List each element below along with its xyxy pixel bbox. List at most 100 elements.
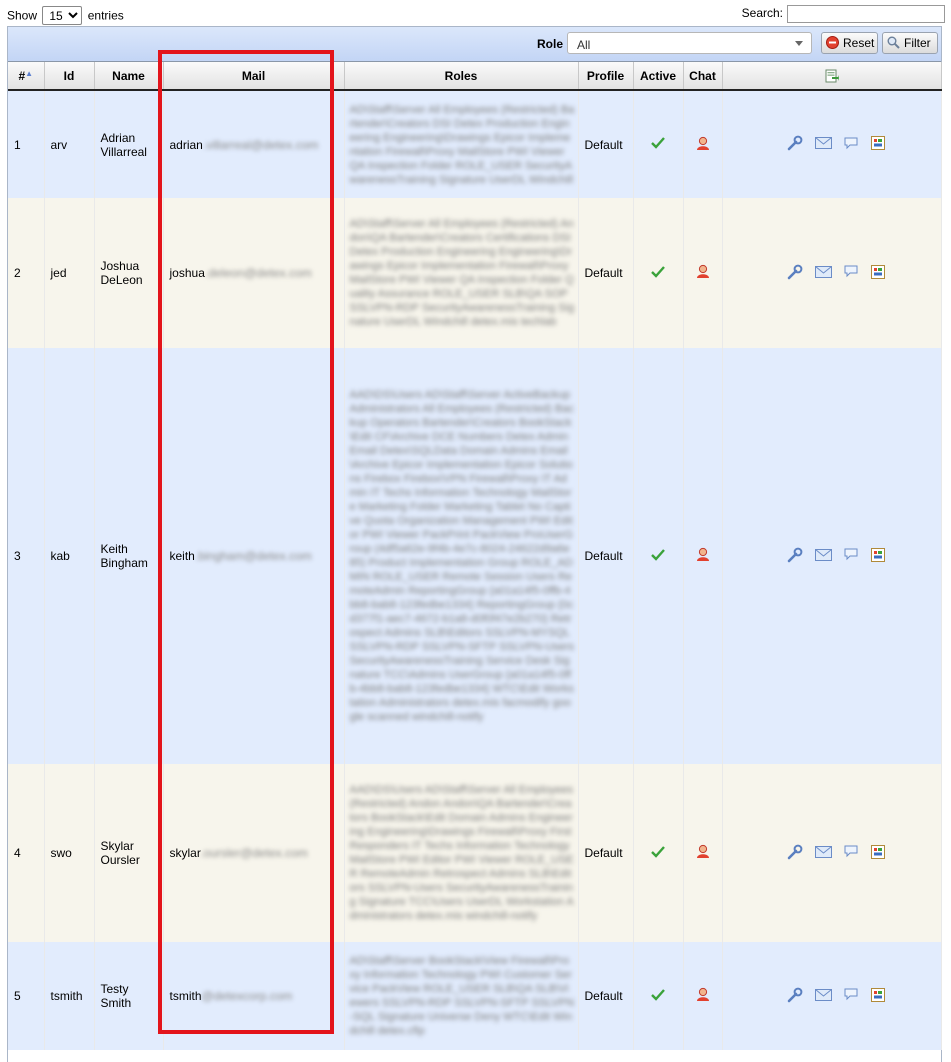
report-icon[interactable] bbox=[870, 136, 885, 153]
search-box: Search: bbox=[742, 5, 945, 23]
row-chat[interactable] bbox=[683, 942, 723, 1050]
row-roles: AAD\DS\Users AD\Staff\Server ActiveBacku… bbox=[344, 348, 579, 764]
filter-button[interactable]: Filter bbox=[882, 32, 938, 54]
mail-user: tsmith bbox=[169, 989, 202, 1003]
wrench-icon[interactable] bbox=[787, 264, 803, 283]
user-chat-icon[interactable] bbox=[696, 987, 710, 1002]
wrench-icon[interactable] bbox=[787, 547, 803, 566]
column-header-active[interactable]: Active bbox=[633, 62, 684, 91]
table-row[interactable]: 5 tsmith Testy Smith tsmith@detexcorp.co… bbox=[8, 942, 942, 1050]
envelope-icon[interactable] bbox=[814, 265, 832, 281]
column-header-chat[interactable]: Chat bbox=[683, 62, 723, 91]
user-chat-icon[interactable] bbox=[696, 136, 710, 151]
row-name: Skylar Oursler bbox=[94, 764, 164, 942]
column-header-num[interactable]: #▲ bbox=[8, 62, 45, 91]
column-header-id[interactable]: Id bbox=[44, 62, 95, 91]
envelope-icon[interactable] bbox=[814, 988, 832, 1004]
report-icon[interactable] bbox=[870, 264, 885, 282]
report-icon[interactable] bbox=[870, 844, 885, 862]
wrench-icon[interactable] bbox=[787, 135, 803, 154]
sort-asc-icon: ▲ bbox=[25, 68, 34, 78]
row-id: jed bbox=[44, 198, 95, 348]
row-profile: Default bbox=[578, 90, 634, 198]
report-icon[interactable] bbox=[870, 987, 885, 1005]
row-id: tsmith bbox=[44, 942, 95, 1050]
row-profile: Default bbox=[578, 942, 634, 1050]
chevron-down-icon bbox=[795, 41, 803, 46]
row-num: 5 bbox=[8, 942, 45, 1050]
speech-bubble-icon[interactable] bbox=[844, 548, 858, 564]
row-name: Joshua DeLeon bbox=[94, 198, 164, 348]
speech-bubble-icon[interactable] bbox=[844, 265, 858, 281]
row-mail[interactable]: tsmith@detexcorp.com bbox=[163, 942, 345, 1050]
user-chat-icon[interactable] bbox=[696, 264, 710, 279]
row-mail[interactable]: adrian.villarreal@detex.com bbox=[163, 90, 345, 198]
mail-user: keith bbox=[169, 549, 195, 563]
table-row[interactable]: 2 jed Joshua DeLeon joshua.deleon@detex.… bbox=[8, 198, 942, 348]
checkmark-icon bbox=[651, 988, 665, 1001]
row-profile: Default bbox=[578, 198, 634, 348]
row-num: 3 bbox=[8, 348, 45, 764]
search-input[interactable] bbox=[787, 5, 945, 23]
row-profile: Default bbox=[578, 348, 634, 764]
row-num: 4 bbox=[8, 764, 45, 942]
column-header-mail[interactable]: Mail bbox=[163, 62, 345, 91]
speech-bubble-icon[interactable] bbox=[844, 845, 858, 861]
row-id: swo bbox=[44, 764, 95, 942]
roles-redacted: AAD\DS\Users AD\Staff\Server ActiveBacku… bbox=[349, 389, 575, 723]
mail-domain-redacted: .deleon@detex.com bbox=[204, 266, 312, 280]
checkmark-icon bbox=[651, 548, 665, 561]
reset-label: Reset bbox=[843, 36, 875, 50]
role-select-value: All bbox=[577, 38, 591, 52]
export-icon[interactable] bbox=[825, 69, 839, 83]
column-header-profile[interactable]: Profile bbox=[578, 62, 634, 91]
column-header-name[interactable]: Name bbox=[94, 62, 164, 91]
row-active bbox=[633, 198, 684, 348]
row-roles: AD\Staff\Server All Employees (Restricte… bbox=[344, 90, 579, 198]
column-header-actions bbox=[722, 62, 942, 91]
row-roles: AAD\DS\Users AD\Staff\Server All Employe… bbox=[344, 764, 579, 942]
checkmark-icon bbox=[651, 845, 665, 858]
header-row: #▲ Id Name Mail Roles Profile Active Cha… bbox=[8, 62, 942, 91]
length-menu-prefix: Show bbox=[7, 8, 38, 23]
row-chat[interactable] bbox=[683, 764, 723, 942]
column-header-roles[interactable]: Roles bbox=[344, 62, 579, 91]
envelope-icon[interactable] bbox=[814, 845, 832, 861]
row-id: arv bbox=[44, 90, 95, 198]
wrench-icon[interactable] bbox=[787, 987, 803, 1006]
row-mail[interactable]: skylar.oursler@detex.com bbox=[163, 764, 345, 942]
checkmark-icon bbox=[651, 137, 665, 149]
checkmark-icon bbox=[651, 265, 665, 278]
table-row[interactable]: 1 arv Adrian Villarreal adrian.villarrea… bbox=[8, 90, 942, 198]
users-table: #▲ Id Name Mail Roles Profile Active Cha… bbox=[8, 62, 942, 1050]
speech-bubble-icon[interactable] bbox=[844, 137, 858, 153]
wrench-icon[interactable] bbox=[787, 844, 803, 863]
search-label: Search: bbox=[741, 6, 783, 21]
table-row[interactable]: 4 swo Skylar Oursler skylar.oursler@dete… bbox=[8, 764, 942, 942]
speech-bubble-icon[interactable] bbox=[844, 988, 858, 1004]
role-filter-bar: Role All Reset Filter bbox=[8, 27, 941, 62]
row-mail[interactable]: joshua.deleon@detex.com bbox=[163, 198, 345, 348]
user-chat-icon[interactable] bbox=[696, 547, 710, 562]
role-label: Role bbox=[537, 37, 564, 51]
row-mail[interactable]: keith.bingham@detex.com bbox=[163, 348, 345, 764]
table-row[interactable]: 3 kab Keith Bingham keith.bingham@detex.… bbox=[8, 348, 942, 764]
mail-domain-redacted: @detexcorp.com bbox=[201, 989, 293, 1003]
mail-user: adrian bbox=[169, 137, 203, 152]
mail-domain-redacted: .villarreal@detex.com bbox=[202, 137, 319, 152]
row-profile: Default bbox=[578, 764, 634, 942]
mail-user: skylar bbox=[169, 846, 201, 860]
role-select[interactable]: All bbox=[567, 32, 812, 54]
user-chat-icon[interactable] bbox=[696, 844, 710, 859]
envelope-icon[interactable] bbox=[814, 137, 832, 152]
roles-redacted: AD\Staff\Server All Employees (Restricte… bbox=[349, 218, 575, 328]
envelope-icon[interactable] bbox=[814, 548, 832, 564]
row-chat[interactable] bbox=[683, 198, 723, 348]
row-chat[interactable] bbox=[683, 348, 723, 764]
row-chat[interactable] bbox=[683, 90, 723, 198]
row-roles: AD\Staff\Server BookStack\View Firewall\… bbox=[344, 942, 579, 1050]
reset-button[interactable]: Reset bbox=[821, 32, 878, 54]
page-size-select[interactable]: 15 bbox=[42, 6, 83, 25]
report-icon[interactable] bbox=[870, 547, 885, 565]
row-actions bbox=[722, 942, 942, 1050]
